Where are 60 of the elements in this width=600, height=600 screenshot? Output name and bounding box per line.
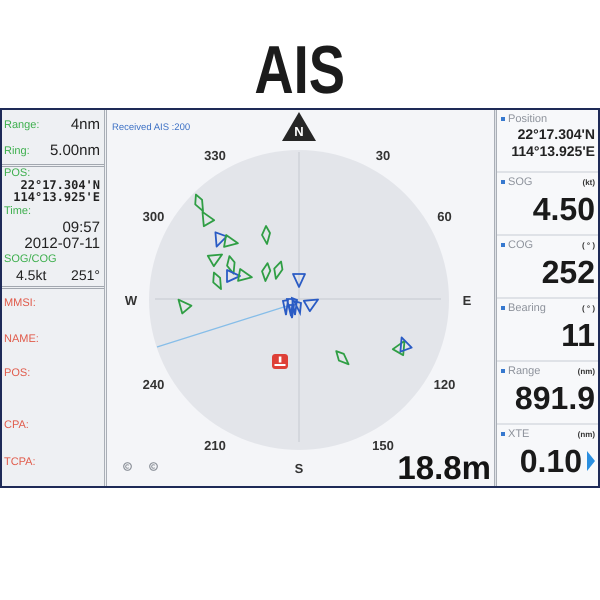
bearing-label: W xyxy=(124,294,138,308)
unit-label: (kt) xyxy=(582,178,595,186)
bearing-label: S xyxy=(294,462,304,476)
unit-label: ( ° ) xyxy=(582,240,595,250)
north-indicator: N xyxy=(282,112,316,141)
unit-label: (nm) xyxy=(578,430,595,438)
page-title: AIS xyxy=(254,36,346,104)
data-value: 4.50 xyxy=(532,194,595,224)
bearing-label: 300 xyxy=(142,210,164,224)
data-value: 11 xyxy=(561,320,595,350)
square-bullet-icon xyxy=(501,243,505,247)
coordinate-text: 22°17.304'N xyxy=(516,126,595,143)
data-label: Position xyxy=(508,113,548,125)
square-bullet-icon xyxy=(501,432,505,436)
square-bullet-icon xyxy=(501,306,505,310)
unit-label: (nm) xyxy=(578,366,595,376)
sog-cog-label: SOG/COG xyxy=(4,253,58,265)
bearing-label: E xyxy=(462,294,472,308)
received-ais-count: Received AIS :200 xyxy=(112,122,190,133)
longitude-text: 114°13.925'E xyxy=(12,191,100,203)
bearing-label: 60 xyxy=(437,210,452,224)
bearing-label: 30 xyxy=(376,148,390,162)
target-field-label: TCPA: xyxy=(4,456,36,468)
bearing-label: 330 xyxy=(204,148,226,162)
circled-c-icon xyxy=(149,462,158,471)
target-field-label: POS: xyxy=(4,367,30,379)
cog-value: 251° xyxy=(71,268,100,283)
date-value: 2012-07-11 xyxy=(23,236,100,252)
bearing-label: 210 xyxy=(204,439,226,454)
target-field-label: CPA: xyxy=(4,419,29,431)
data-value: 252 xyxy=(542,257,595,287)
time-label: Time: xyxy=(4,205,32,217)
data-label: Range xyxy=(508,365,540,377)
data-label: Bearing xyxy=(508,302,546,314)
bearing-label: 120 xyxy=(434,378,456,392)
square-bullet-icon xyxy=(501,117,505,121)
bearing-label: 150 xyxy=(372,439,394,454)
data-value: 891.9 xyxy=(514,383,595,413)
data-label: XTE xyxy=(508,428,530,440)
data-label: SOG xyxy=(508,176,532,188)
square-bullet-icon xyxy=(501,369,505,373)
data-value: 0.10 xyxy=(520,446,582,476)
target-field-label: MMSI: xyxy=(4,297,36,309)
setting-label: Ring: xyxy=(4,145,30,157)
alert-icon xyxy=(272,354,288,369)
depth-reading: 18.8m xyxy=(397,451,491,484)
unit-label: ( ° ) xyxy=(582,304,595,312)
coordinate-text: 114°13.925'E xyxy=(510,143,595,160)
circled-c-icon xyxy=(123,462,132,471)
setting-value: 4nm xyxy=(70,117,100,133)
bearing-label: 240 xyxy=(142,378,164,392)
data-label: COG xyxy=(508,239,534,251)
sog-value: 4.5kt xyxy=(16,268,46,283)
target-field-label: NAME: xyxy=(4,333,39,345)
setting-value: 5.00nm xyxy=(50,143,100,159)
latitude-text: 22°17.304'N xyxy=(20,179,100,191)
setting-label: Range: xyxy=(4,119,40,131)
position-label: POS: xyxy=(4,167,32,179)
time-value: 09:57 xyxy=(61,220,100,236)
square-bullet-icon xyxy=(501,180,505,184)
